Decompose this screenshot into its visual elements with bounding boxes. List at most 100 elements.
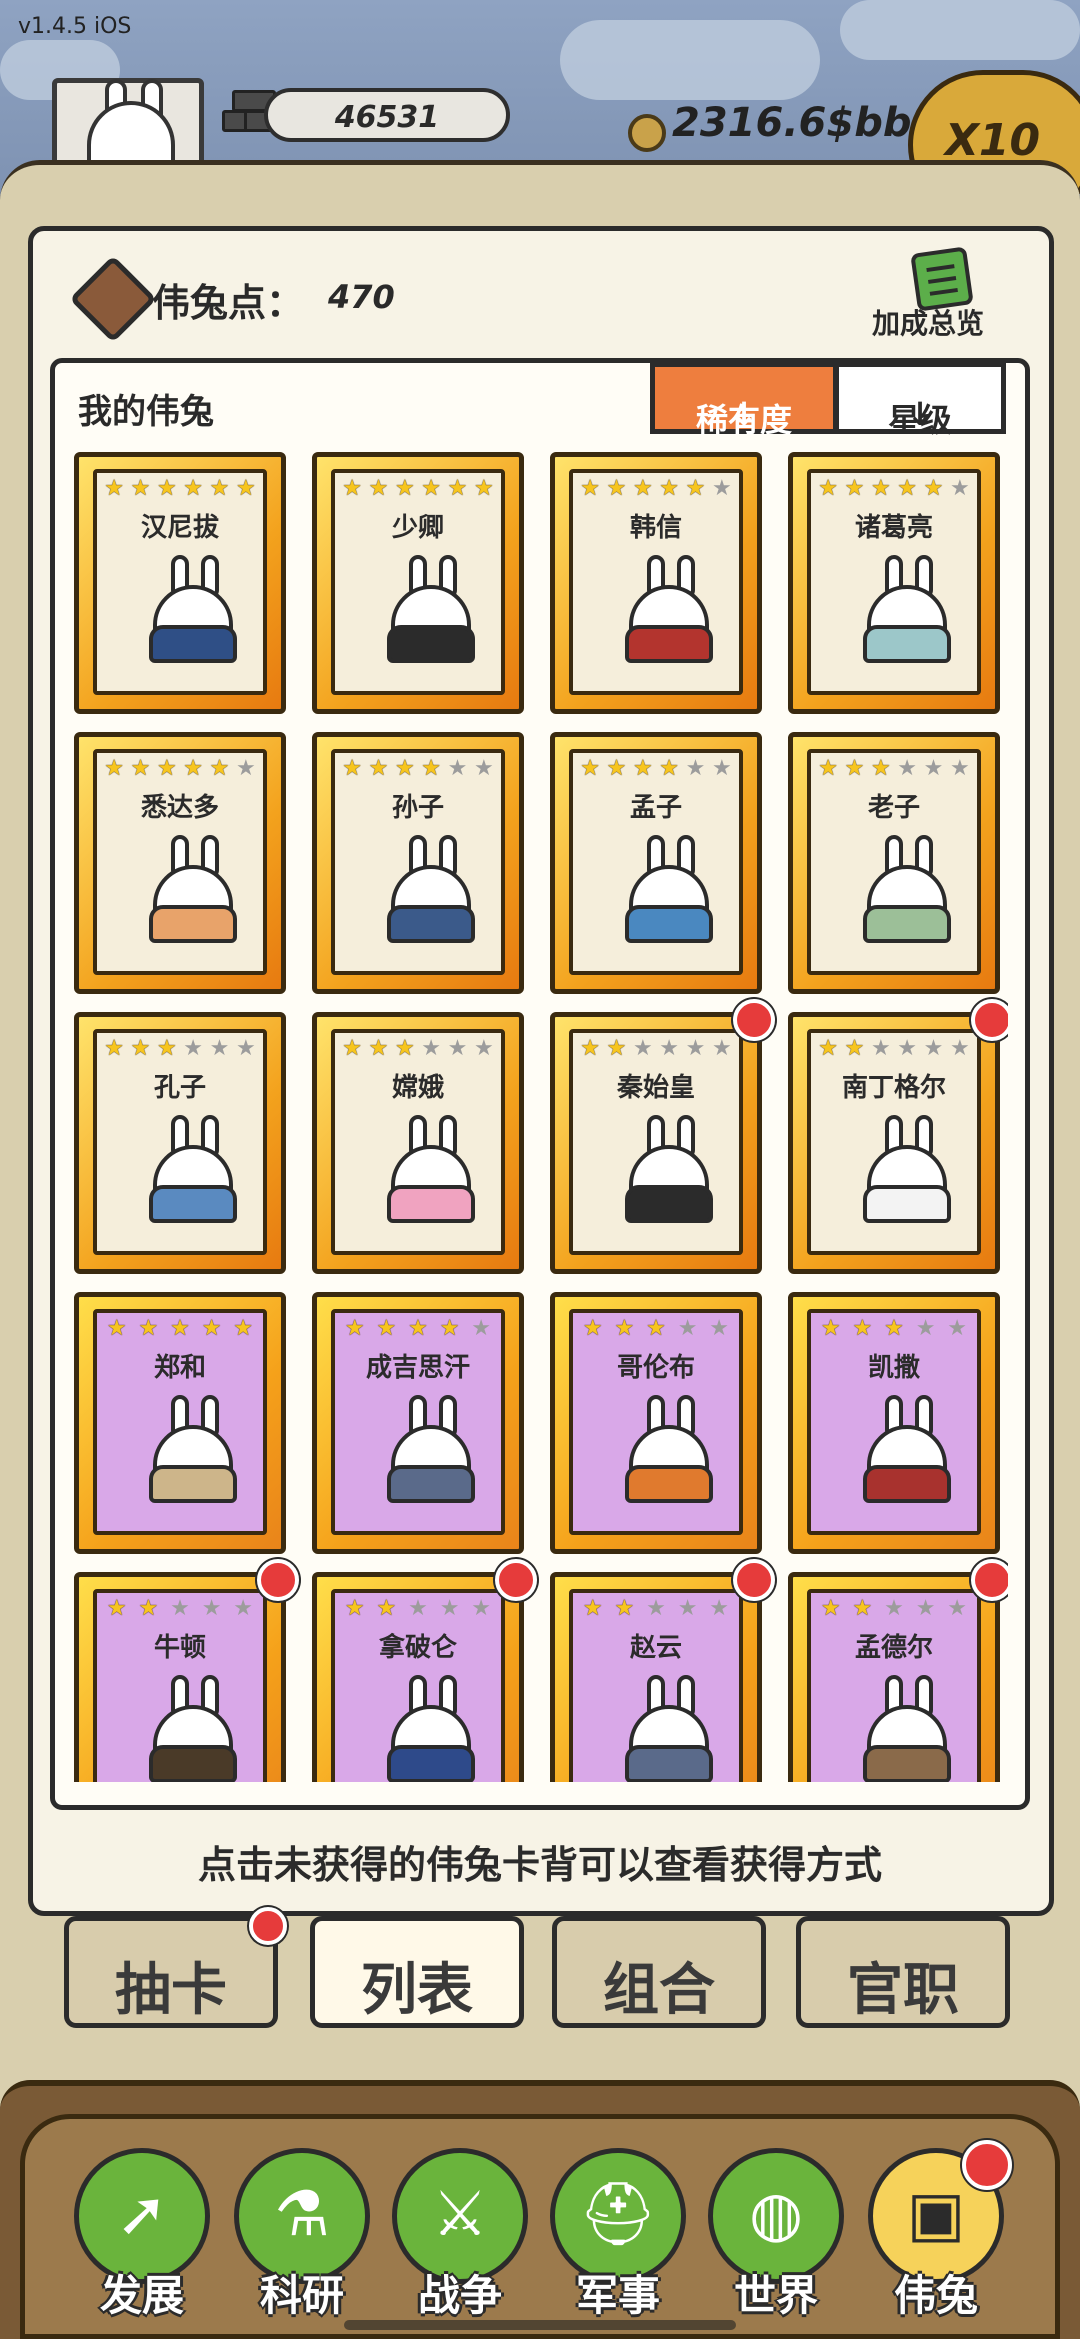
sort-by-rarity-button[interactable]: ↓ 稀有度 — [650, 362, 838, 439]
star-icon: ★ — [659, 756, 680, 781]
star-icon: ★ — [606, 756, 627, 781]
star-rating: ★ ★ ★ ★ ★ ★ — [101, 477, 259, 501]
rabbit-portrait — [857, 835, 957, 945]
star-icon: ★ — [870, 756, 891, 781]
card-face: ★ ★ ★ ★ ★ ★ 孟子 — [569, 749, 743, 975]
star-icon: ★ — [376, 1316, 397, 1341]
tab-2[interactable]: 组合 — [552, 1916, 766, 2028]
card-face: ★ ★ ★ ★ ★ ★ 孔子 — [93, 1029, 267, 1255]
card-name: 凯撒 — [867, 1353, 920, 1383]
bonus-overview-button[interactable]: 加成总览 — [872, 302, 984, 342]
rabbit-portrait — [619, 1395, 719, 1505]
rabbit-card[interactable]: ★ ★ ★ ★ ★ ★ 少卿 — [312, 452, 524, 714]
rabbit-portrait — [619, 1675, 719, 1782]
star-icon: ★ — [106, 1596, 127, 1621]
card-name: 孟子 — [629, 793, 682, 823]
nav-label[interactable]: 军事 — [550, 2262, 686, 2323]
card-face: ★ ★ ★ ★ ★ ★ 诸葛亮 — [807, 469, 981, 695]
rabbit-portrait — [143, 555, 243, 665]
rabbit-card[interactable]: ★ ★ ★ ★ ★ ★ 孔子 — [74, 1012, 286, 1274]
hint-text: 点击未获得的伟兔卡背可以查看获得方式 — [197, 1843, 882, 1887]
list-title: 我的伟兔 — [78, 392, 214, 432]
rabbit-portrait — [619, 1115, 719, 1225]
star-icon: ★ — [156, 756, 177, 781]
star-icon: ★ — [473, 476, 494, 501]
star-icon: ★ — [897, 1036, 918, 1061]
home-indicator — [344, 2320, 736, 2330]
rabbit-card[interactable]: ★ ★ ★ ★ ★ 赵云 — [550, 1559, 775, 1782]
rabbit-portrait — [381, 1675, 481, 1782]
card-face: ★ ★ ★ ★ ★ 赵云 — [569, 1589, 743, 1782]
rabbit-portrait — [381, 555, 481, 665]
star-rating: ★ ★ ★ ★ ★ ★ — [101, 1037, 259, 1061]
rabbit-card[interactable]: ★ ★ ★ ★ ★ ★ 南丁格尔 — [788, 999, 1008, 1274]
rabbit-card[interactable]: ★ ★ ★ ★ ★ ★ 孟子 — [550, 732, 762, 994]
new-badge-dot — [971, 1559, 1008, 1601]
star-icon: ★ — [344, 1596, 365, 1621]
rabbit-card[interactable]: ★ ★ ★ ★ ★ ★ 嫦娥 — [312, 1012, 524, 1274]
rabbit-card[interactable]: ★ ★ ★ ★ ★ 成吉思汗 — [312, 1292, 524, 1554]
star-icon: ★ — [711, 476, 732, 501]
star-icon: ★ — [106, 1316, 127, 1341]
star-icon: ★ — [852, 1596, 873, 1621]
star-icon: ★ — [897, 756, 918, 781]
star-icon: ★ — [447, 1036, 468, 1061]
star-rating: ★ ★ ★ ★ ★ — [815, 1597, 973, 1621]
rabbit-card[interactable]: ★ ★ ★ ★ ★ 牛顿 — [74, 1559, 299, 1782]
nav-label[interactable]: 发展 — [74, 2262, 210, 2323]
star-icon: ★ — [606, 1036, 627, 1061]
star-icon: ★ — [170, 1316, 190, 1341]
nav-label[interactable]: 科研 — [234, 2262, 370, 2323]
card-name: 老子 — [867, 793, 920, 823]
rabbit-portrait — [381, 1115, 481, 1225]
rabbit-portrait — [143, 1675, 243, 1782]
nav-label[interactable]: 世界 — [708, 2262, 844, 2323]
nav-label[interactable]: 伟兔 — [868, 2262, 1004, 2323]
tab-1[interactable]: 列表 — [310, 1916, 524, 2028]
rabbit-card[interactable]: ★ ★ ★ ★ ★ ★ 老子 — [788, 732, 1000, 994]
rabbit-portrait — [381, 835, 481, 945]
sort-rarity-label: 稀有度 — [695, 401, 792, 439]
star-icon: ★ — [711, 756, 732, 781]
card-name: 孟德尔 — [854, 1633, 933, 1663]
card-name: 成吉思汗 — [365, 1353, 470, 1383]
sort-by-star-button[interactable]: ↓ 星级 — [834, 362, 1006, 439]
card-face: ★ ★ ★ ★ ★ ★ 秦始皇 — [569, 1029, 743, 1255]
nav-label[interactable]: 战争 — [392, 2262, 528, 2323]
rabbit-card[interactable]: ★ ★ ★ ★ ★ 郑和 — [74, 1292, 286, 1554]
star-icon: ★ — [884, 1316, 904, 1341]
star-icon: ★ — [870, 1036, 891, 1061]
rabbit-card[interactable]: ★ ★ ★ ★ ★ ★ 孙子 — [312, 732, 524, 994]
rabbit-card[interactable]: ★ ★ ★ ★ ★ ★ 汉尼拔 — [74, 452, 286, 714]
star-icon: ★ — [818, 756, 839, 781]
star-icon: ★ — [342, 756, 363, 781]
rabbit-card[interactable]: ★ ★ ★ ★ ★ 哥伦布 — [550, 1292, 762, 1554]
star-icon: ★ — [949, 1036, 970, 1061]
star-icon: ★ — [104, 756, 125, 781]
rabbit-card[interactable]: ★ ★ ★ ★ ★ ★ 悉达多 — [74, 732, 286, 994]
tab-0[interactable]: 抽卡 — [64, 1907, 287, 2028]
card-face: ★ ★ ★ ★ ★ ★ 韩信 — [569, 469, 743, 695]
rabbit-card[interactable]: ★ ★ ★ ★ ★ 拿破仑 — [312, 1559, 537, 1782]
star-icon: ★ — [368, 756, 389, 781]
tab-label: 官职 — [847, 1958, 959, 2023]
rabbit-portrait — [381, 1395, 481, 1505]
rabbit-card[interactable]: ★ ★ ★ ★ ★ 凯撒 — [788, 1292, 1000, 1554]
rabbit-portrait — [857, 555, 957, 665]
star-icon: ★ — [646, 1316, 666, 1341]
star-icon: ★ — [884, 1596, 904, 1621]
rabbit-card[interactable]: ★ ★ ★ ★ ★ ★ 秦始皇 — [550, 999, 775, 1274]
star-icon: ★ — [408, 1596, 428, 1621]
star-icon: ★ — [368, 1036, 389, 1061]
rabbit-card[interactable]: ★ ★ ★ ★ ★ 孟德尔 — [788, 1559, 1008, 1782]
card-face: ★ ★ ★ ★ ★ 拿破仑 — [331, 1589, 505, 1782]
new-badge-dot — [257, 1559, 299, 1601]
star-icon: ★ — [439, 1596, 460, 1621]
star-icon: ★ — [368, 476, 389, 501]
tab-3[interactable]: 官职 — [796, 1916, 1010, 2028]
rabbit-card[interactable]: ★ ★ ★ ★ ★ ★ 韩信 — [550, 452, 762, 714]
star-rating: ★ ★ ★ ★ ★ ★ — [577, 477, 735, 501]
star-icon: ★ — [235, 1036, 256, 1061]
rabbit-card[interactable]: ★ ★ ★ ★ ★ ★ 诸葛亮 — [788, 452, 1000, 714]
star-icon: ★ — [659, 1036, 680, 1061]
